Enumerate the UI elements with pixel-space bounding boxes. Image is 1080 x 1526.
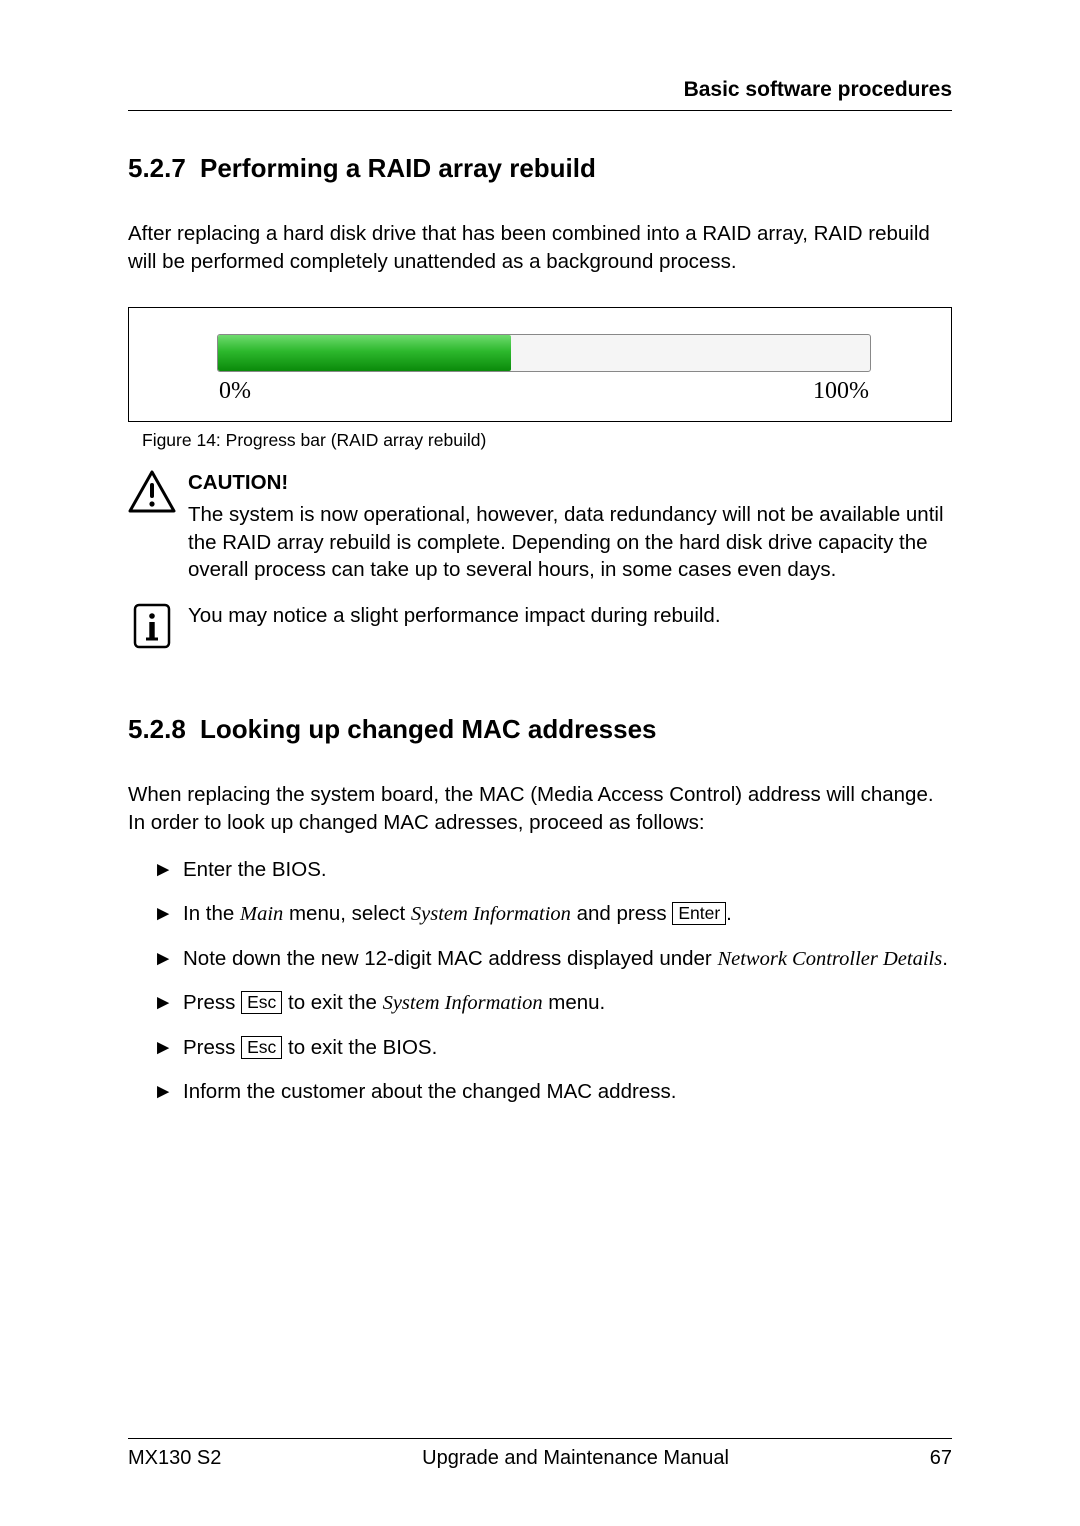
footer-model: MX130 S2 bbox=[128, 1447, 221, 1470]
caution-callout: CAUTION! The system is now operational, … bbox=[128, 469, 952, 584]
text: and press bbox=[571, 902, 672, 925]
list-item: ► Press Esc to exit the System Informati… bbox=[153, 989, 952, 1018]
section-528-intro: When replacing the system board, the MAC… bbox=[128, 781, 952, 836]
step-text: Enter the BIOS. bbox=[183, 856, 952, 884]
list-item: ► Inform the customer about the changed … bbox=[153, 1078, 952, 1106]
step-text: Press Esc to exit the System Information… bbox=[183, 989, 952, 1018]
field-name: Network Controller Details bbox=[717, 948, 942, 970]
step-text: In the Main menu, select System Informat… bbox=[183, 900, 952, 929]
list-item: ► Enter the BIOS. bbox=[153, 856, 952, 884]
caution-label: CAUTION! bbox=[188, 469, 952, 497]
footer-page-number: 67 bbox=[930, 1447, 952, 1470]
list-item: ► In the Main menu, select System Inform… bbox=[153, 900, 952, 929]
progress-bar bbox=[217, 334, 871, 372]
text: to exit the BIOS. bbox=[282, 1036, 437, 1059]
triangle-bullet-icon: ► bbox=[153, 900, 183, 929]
text: Note down the new 12-digit MAC address d… bbox=[183, 947, 717, 970]
info-icon bbox=[128, 602, 188, 656]
section-title: Looking up changed MAC addresses bbox=[200, 714, 657, 745]
section-number: 5.2.7 bbox=[128, 153, 200, 184]
text: . bbox=[942, 947, 948, 970]
section-number: 5.2.8 bbox=[128, 714, 200, 745]
step-text: Note down the new 12-digit MAC address d… bbox=[183, 945, 952, 974]
progress-left-label: 0% bbox=[219, 378, 251, 405]
text: Press bbox=[183, 991, 241, 1014]
caution-content: CAUTION! The system is now operational, … bbox=[188, 469, 952, 584]
menu-item: System Information bbox=[411, 903, 571, 925]
step-text: Inform the customer about the changed MA… bbox=[183, 1078, 952, 1106]
triangle-bullet-icon: ► bbox=[153, 856, 183, 884]
progress-figure: 0% 100% bbox=[128, 307, 952, 422]
footer-manual-title: Upgrade and Maintenance Manual bbox=[221, 1447, 929, 1470]
progress-right-label: 100% bbox=[813, 378, 869, 405]
triangle-bullet-icon: ► bbox=[153, 1034, 183, 1062]
header-rule bbox=[128, 110, 952, 111]
section-title: Performing a RAID array rebuild bbox=[200, 153, 596, 184]
esc-key: Esc bbox=[241, 991, 282, 1014]
text: menu, select bbox=[283, 902, 411, 925]
progress-labels: 0% 100% bbox=[217, 378, 871, 405]
list-item: ► Press Esc to exit the BIOS. bbox=[153, 1034, 952, 1062]
step-list: ► Enter the BIOS. ► In the Main menu, se… bbox=[128, 856, 952, 1105]
text: . bbox=[726, 902, 732, 925]
text: to exit the bbox=[282, 991, 382, 1014]
text: Press bbox=[183, 1036, 241, 1059]
text: In the bbox=[183, 902, 240, 925]
section-527-heading: 5.2.7 Performing a RAID array rebuild bbox=[128, 153, 952, 184]
list-item: ► Note down the new 12-digit MAC address… bbox=[153, 945, 952, 974]
caution-icon bbox=[128, 469, 188, 523]
info-callout: You may notice a slight performance impa… bbox=[128, 602, 952, 656]
figure-caption: Figure 14: Progress bar (RAID array rebu… bbox=[142, 430, 952, 451]
page-header-title: Basic software procedures bbox=[128, 78, 952, 102]
triangle-bullet-icon: ► bbox=[153, 1078, 183, 1106]
progress-fill bbox=[218, 335, 511, 371]
section-528-heading: 5.2.8 Looking up changed MAC addresses bbox=[128, 714, 952, 745]
footer-rule bbox=[128, 1438, 952, 1439]
section-527-intro: After replacing a hard disk drive that h… bbox=[128, 220, 952, 275]
text: menu. bbox=[543, 991, 606, 1014]
info-text: You may notice a slight performance impa… bbox=[188, 602, 952, 630]
menu-name: Main bbox=[240, 903, 283, 925]
step-text: Press Esc to exit the BIOS. bbox=[183, 1034, 952, 1062]
menu-name: System Information bbox=[383, 992, 543, 1014]
triangle-bullet-icon: ► bbox=[153, 989, 183, 1018]
enter-key: Enter bbox=[672, 902, 726, 925]
triangle-bullet-icon: ► bbox=[153, 945, 183, 974]
page-footer: MX130 S2 Upgrade and Maintenance Manual … bbox=[128, 1438, 952, 1470]
caution-text: The system is now operational, however, … bbox=[188, 503, 944, 581]
esc-key: Esc bbox=[241, 1036, 282, 1059]
